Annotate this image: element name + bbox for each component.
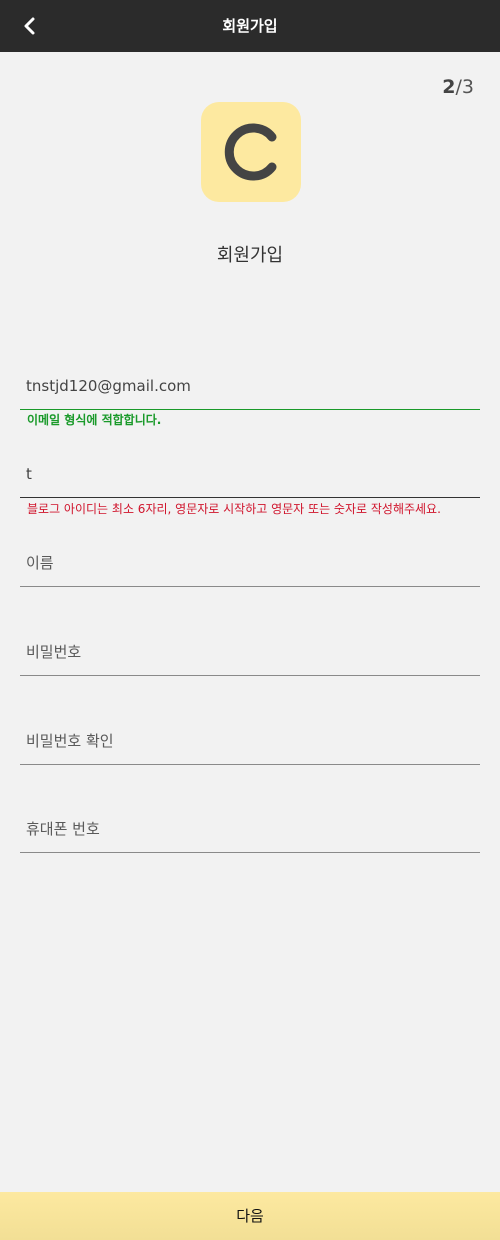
step-total: /3 — [455, 76, 475, 98]
blog-id-error-message: 블로그 아이디는 최소 6자리, 영문자로 시작하고 영문자 또는 숫자로 작성… — [27, 502, 441, 516]
c-logo-icon — [224, 123, 277, 181]
password-field[interactable] — [20, 631, 480, 673]
phone-field[interactable] — [20, 808, 480, 850]
email-field[interactable] — [20, 365, 480, 407]
blog-id-field[interactable] — [20, 453, 480, 495]
name-field[interactable] — [20, 542, 480, 584]
step-current: 2 — [442, 76, 456, 98]
app-header: 회원가입 — [0, 0, 500, 52]
password-confirm-field[interactable] — [20, 720, 480, 762]
email-field-wrapper — [20, 365, 480, 410]
email-valid-message: 이메일 형식에 적합합니다. — [27, 413, 162, 427]
name-field-wrapper — [20, 542, 480, 587]
page-title: 회원가입 — [216, 245, 284, 266]
blog-id-field-wrapper — [20, 453, 480, 498]
password-confirm-field-wrapper — [20, 720, 480, 765]
header-title: 회원가입 — [222, 17, 278, 35]
next-button[interactable]: 다음 — [0, 1192, 500, 1240]
phone-field-wrapper — [20, 808, 480, 853]
app-logo — [201, 102, 301, 202]
password-field-wrapper — [20, 631, 480, 676]
step-indicator: 2/3 — [442, 75, 474, 99]
